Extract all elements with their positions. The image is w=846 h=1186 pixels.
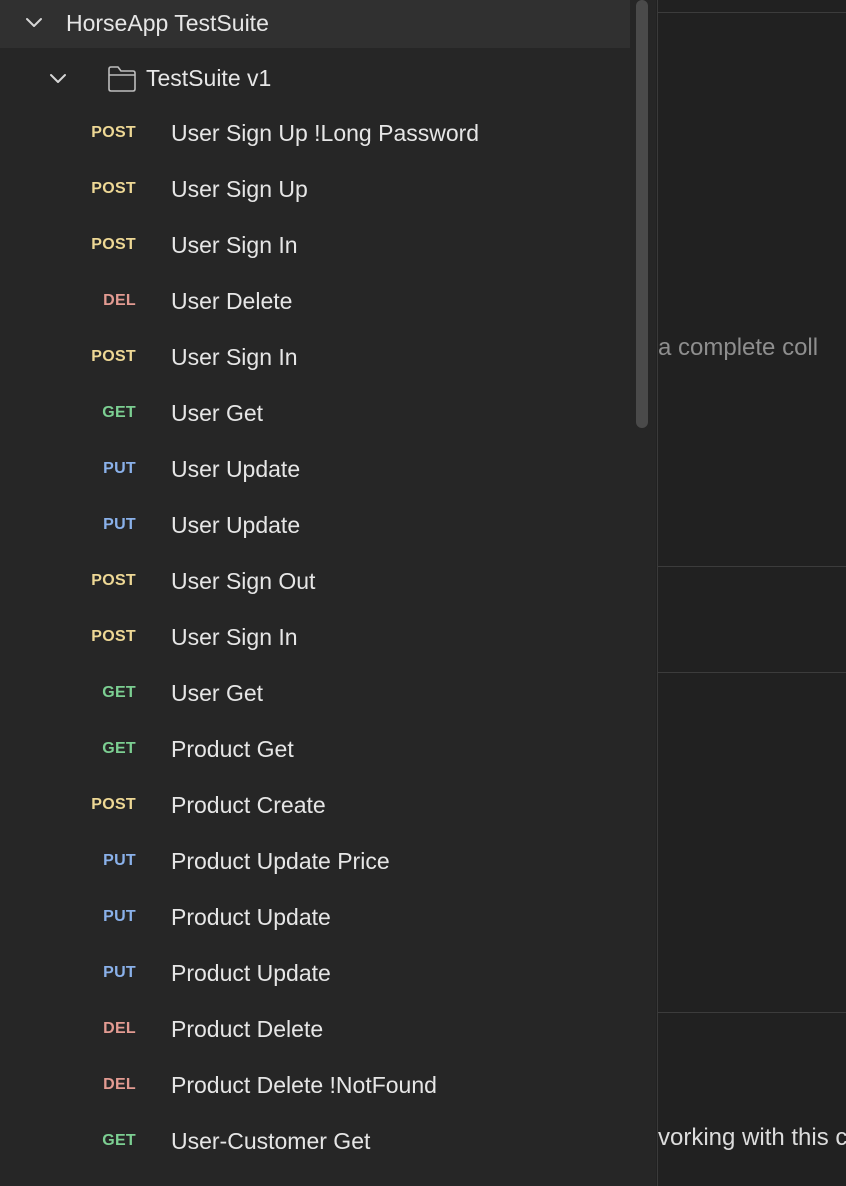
request-name: User Update	[171, 456, 301, 482]
method-badge: PUT	[103, 964, 136, 981]
method-badge: DEL	[103, 1020, 136, 1037]
request-name: User Get	[171, 680, 264, 706]
request-item[interactable]: POST User Sign Up	[0, 162, 630, 218]
request-name: User Sign In	[171, 232, 298, 258]
method-badge: POST	[91, 124, 136, 141]
request-item[interactable]: POST User Sign In	[0, 610, 630, 666]
app-window: HorseApp TestSuite TestSuite v1 POST User…	[0, 0, 846, 1186]
request-name: User Delete	[171, 288, 293, 314]
method-badge: POST	[91, 236, 136, 253]
collections-sidebar: HorseApp TestSuite TestSuite v1 POST User…	[0, 0, 656, 1186]
request-item[interactable]: PUT Product Update Price	[0, 834, 630, 890]
method-badge: POST	[91, 572, 136, 589]
folder-icon	[107, 65, 137, 98]
method-badge: PUT	[103, 852, 136, 869]
method-badge: GET	[102, 1132, 136, 1149]
request-item[interactable]: DEL Product Delete	[0, 1002, 630, 1058]
request-name: User Sign Up !Long Password	[171, 120, 480, 146]
request-name: User Sign In	[171, 344, 298, 370]
method-badge: POST	[91, 796, 136, 813]
request-name: User-Customer Get	[171, 1128, 371, 1154]
chevron-down-icon[interactable]	[49, 72, 66, 84]
method-badge: GET	[102, 740, 136, 757]
method-badge: GET	[102, 404, 136, 421]
request-name: Product Update Price	[171, 848, 390, 874]
request-item[interactable]: PUT User Update	[0, 498, 630, 554]
request-item[interactable]: POST User Sign Out	[0, 554, 630, 610]
overview-hint-text: vorking with this c	[658, 1124, 846, 1151]
request-name: User Update	[171, 512, 301, 538]
method-badge: PUT	[103, 516, 136, 533]
request-name: User Get	[171, 400, 264, 426]
chevron-down-icon[interactable]	[25, 16, 42, 28]
collection-row[interactable]: HorseApp TestSuite	[0, 0, 630, 48]
request-item[interactable]: POST Product Create	[0, 778, 630, 834]
request-item[interactable]: POST User Sign In	[0, 218, 630, 274]
request-item[interactable]: GET User Get	[0, 386, 630, 442]
request-list: POST User Sign Up !Long Password POST User …	[0, 106, 630, 1170]
pane-divider	[658, 566, 846, 567]
request-item[interactable]: POST User Sign Up !Long Password	[0, 106, 630, 162]
request-name: User Sign Up	[171, 176, 308, 202]
pane-divider	[658, 1012, 846, 1013]
request-item[interactable]: DEL Product Delete !NotFound	[0, 1058, 630, 1114]
request-item[interactable]: PUT User Update	[0, 442, 630, 498]
request-name: User Sign Out	[171, 568, 316, 594]
method-badge: DEL	[103, 292, 136, 309]
method-badge: DEL	[103, 1076, 136, 1093]
request-name: Product Get	[171, 736, 294, 762]
pane-divider	[658, 12, 846, 13]
request-detail-pane: a complete coll vorking with this c	[657, 0, 846, 1186]
sidebar-scrollbar-thumb[interactable]	[636, 0, 648, 428]
method-badge: POST	[91, 180, 136, 197]
method-badge: POST	[91, 628, 136, 645]
collection-title: HorseApp TestSuite	[66, 10, 269, 36]
overview-description-text: a complete coll	[658, 334, 819, 361]
request-name: Product Delete !NotFound	[171, 1072, 437, 1098]
request-item[interactable]: GET User Get	[0, 666, 630, 722]
folder-title: TestSuite v1	[146, 65, 272, 91]
request-item[interactable]: PUT Product Update	[0, 946, 630, 1002]
request-name: User Sign In	[171, 624, 298, 650]
request-name: Product Create	[171, 792, 326, 818]
pane-divider	[658, 672, 846, 673]
method-badge: POST	[91, 348, 136, 365]
method-badge: GET	[102, 684, 136, 701]
request-name: Product Update	[171, 904, 331, 930]
request-name: Product Delete	[171, 1016, 324, 1042]
request-name: Product Update	[171, 960, 331, 986]
request-item[interactable]: DEL User Delete	[0, 274, 630, 330]
folder-row[interactable]: TestSuite v1	[0, 52, 630, 104]
request-item[interactable]: POST User Sign In	[0, 330, 630, 386]
method-badge: PUT	[103, 460, 136, 477]
request-item[interactable]: GET Product Get	[0, 722, 630, 778]
request-item[interactable]: GET User-Customer Get	[0, 1114, 630, 1170]
request-item[interactable]: PUT Product Update	[0, 890, 630, 946]
method-badge: PUT	[103, 908, 136, 925]
